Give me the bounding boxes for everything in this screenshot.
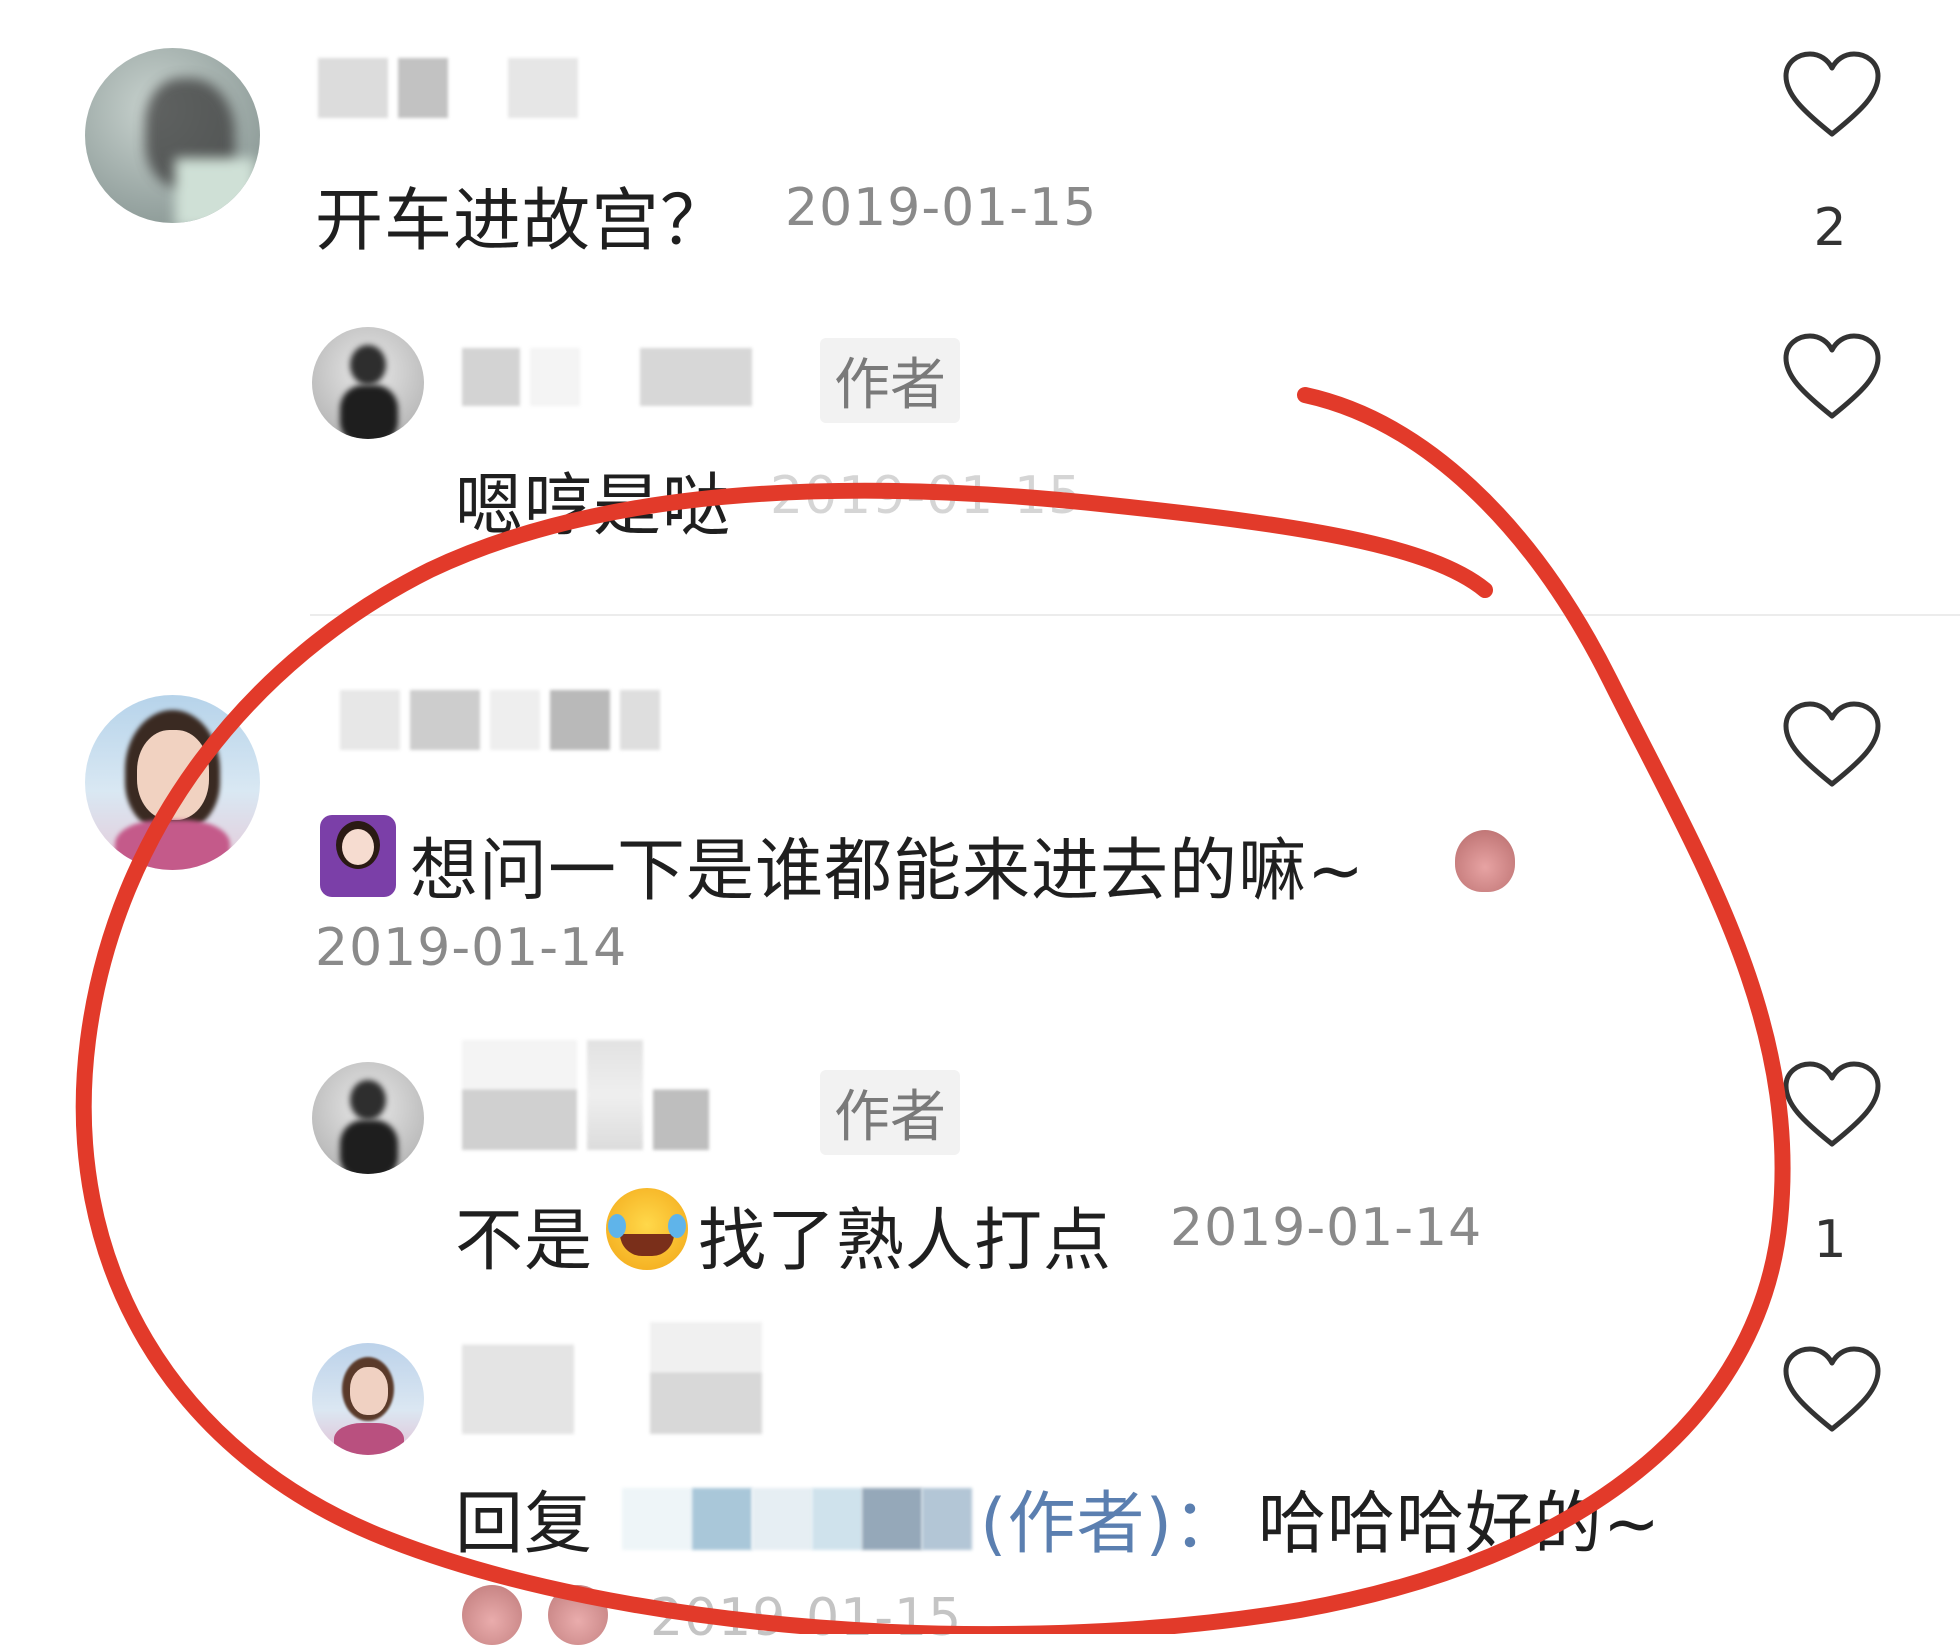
reply-2-1-date: 2019-01-14 — [1170, 1198, 1483, 1258]
comment-2-like-count: 1 — [1813, 1210, 1847, 1270]
reply-2-1-username-redacted[interactable] — [462, 1040, 709, 1150]
comment-1-text: 开车进故宫？ — [315, 182, 730, 261]
reply-1-1-author-badge: 作者 — [820, 338, 960, 423]
comment-1-date: 2019-01-15 — [785, 178, 1098, 238]
reply-1-1-like-heart-icon[interactable] — [1782, 332, 1882, 422]
reply-1-1-text: 嗯哼是哒 — [455, 467, 732, 546]
reply-2-2-mentioned-username-redacted[interactable] — [622, 1488, 972, 1550]
reply-2-1-text-before: 不是 — [455, 1202, 594, 1281]
reply-2-2-like-heart-icon[interactable] — [1782, 1345, 1882, 1435]
reply-1-1-username-redacted[interactable] — [462, 348, 752, 406]
reply-2-1-author-badge: 作者 — [820, 1070, 960, 1155]
comment-2-text: 想问一下是谁都能来进去的嘛~ — [410, 832, 1365, 911]
comment-1-username-redacted[interactable] — [318, 58, 578, 118]
face-with-tears-of-joy-emoji-icon — [606, 1188, 688, 1270]
reply-1-1-avatar[interactable] — [312, 327, 424, 439]
reply-2-1-like-heart-icon[interactable] — [1782, 1060, 1882, 1150]
reply-2-2-reply-prefix: 回复 — [455, 1485, 594, 1564]
comment-2-avatar[interactable] — [85, 695, 260, 870]
reply-2-2-date: 2019-01-15 — [650, 1588, 963, 1648]
reply-2-2-author-tag[interactable]: (作者)： — [980, 1468, 1242, 1567]
reply-2-1-avatar[interactable] — [312, 1062, 424, 1174]
comment-divider — [310, 614, 1960, 616]
woman-raising-hand-emoji-icon — [320, 815, 396, 897]
comment-2-username-redacted[interactable] — [340, 690, 660, 750]
reply-1-1-date: 2019-01-15 — [770, 466, 1083, 526]
reply-2-2-text: 哈哈哈好的~ — [1258, 1485, 1661, 1564]
reply-2-2-username-redacted[interactable] — [462, 1322, 762, 1434]
comment-1-avatar[interactable] — [85, 48, 260, 223]
comment-2-date: 2019-01-14 — [315, 918, 628, 978]
reply-2-1-text-after: 找了熟人打点 — [698, 1202, 1113, 1281]
money-bag-emoji-icon-2 — [462, 1585, 522, 1645]
comment-1-like-count: 2 — [1813, 198, 1847, 258]
reply-2-2-avatar[interactable] — [312, 1343, 424, 1455]
comment-2-like-heart-icon[interactable] — [1782, 700, 1882, 790]
money-bag-emoji-icon — [1455, 830, 1515, 892]
comment-1-like-heart-icon[interactable] — [1782, 50, 1882, 140]
money-bag-emoji-icon-3 — [548, 1585, 608, 1645]
